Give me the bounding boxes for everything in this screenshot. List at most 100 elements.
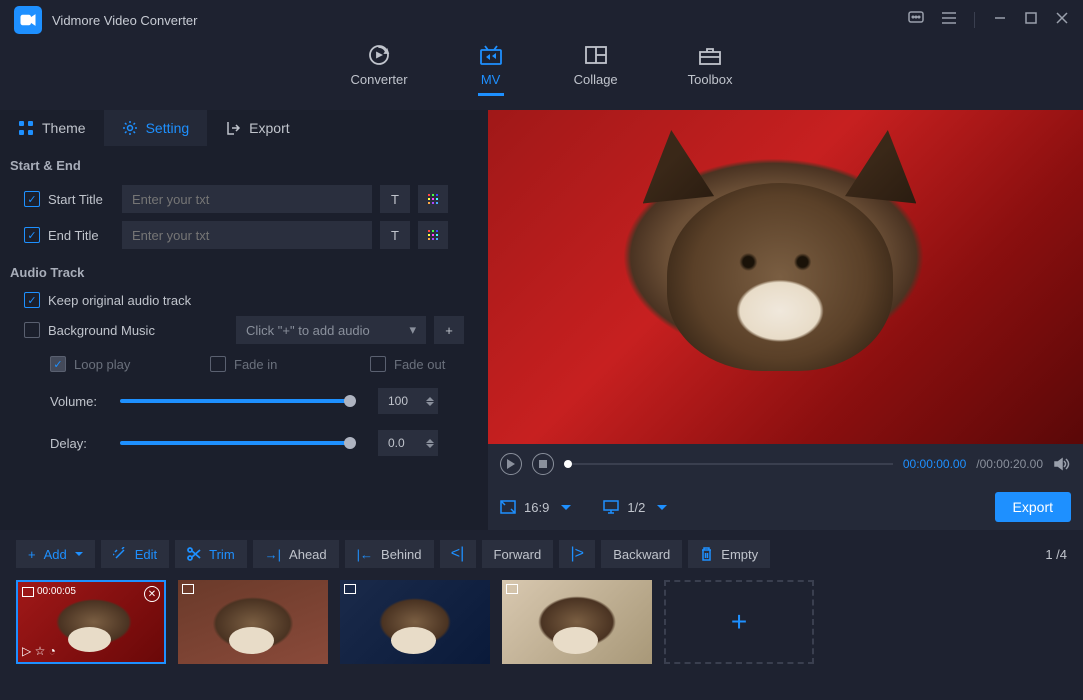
clip-1[interactable]: 00:00:05 ✕ ▷ ☆ ◔: [16, 580, 166, 664]
nav-collage-label: Collage: [574, 72, 618, 87]
volume-icon[interactable]: [1053, 456, 1071, 472]
tab-setting[interactable]: Setting: [104, 110, 208, 146]
nav-toolbox-label: Toolbox: [688, 72, 733, 87]
volume-value[interactable]: 100: [378, 388, 438, 414]
tab-theme[interactable]: Theme: [0, 110, 104, 146]
clip-2[interactable]: [178, 580, 328, 664]
add-clip-slot[interactable]: +: [664, 580, 814, 664]
arrow-right-icon: →|: [265, 547, 281, 562]
tab-export-label: Export: [249, 120, 289, 136]
chevron-down-icon: [657, 505, 667, 510]
ahead-button[interactable]: →|Ahead: [253, 540, 339, 568]
zoom-value: 1/2: [627, 500, 645, 515]
start-title-checkbox[interactable]: [24, 191, 40, 207]
empty-button[interactable]: Empty: [688, 540, 770, 568]
clip-4[interactable]: [502, 580, 652, 664]
delay-value[interactable]: 0.0: [378, 430, 438, 456]
volume-slider[interactable]: [120, 399, 350, 403]
nav-converter-label: Converter: [351, 72, 408, 87]
fade-out-label: Fade out: [394, 357, 460, 372]
clip-1-badge: 00:00:05: [22, 586, 76, 597]
delay-slider[interactable]: [120, 441, 350, 445]
fade-out-checkbox[interactable]: [370, 356, 386, 372]
minimize-button[interactable]: [993, 11, 1007, 30]
aspect-ratio-button[interactable]: 16:9: [500, 500, 571, 515]
plus-icon: +: [731, 606, 747, 638]
behind-button[interactable]: |←Behind: [345, 540, 434, 568]
trim-button[interactable]: Trim: [175, 540, 247, 568]
forward-button[interactable]: Forward: [482, 540, 554, 568]
keep-original-checkbox[interactable]: [24, 292, 40, 308]
clip-1-controls: ▷ ☆ ◔: [22, 644, 56, 658]
clip-3-badge: [344, 584, 356, 594]
fade-in-checkbox[interactable]: [210, 356, 226, 372]
converter-icon: [366, 44, 392, 66]
end-title-font-button[interactable]: T: [380, 221, 410, 249]
backward-button[interactable]: Backward: [601, 540, 682, 568]
clip-counter: 1 /4: [1045, 547, 1067, 562]
add-button[interactable]: +Add: [16, 540, 95, 568]
section-start-end: Start & End: [0, 146, 488, 181]
scissors-icon: [187, 547, 201, 561]
export-icon: [225, 120, 241, 136]
end-title-label: End Title: [48, 228, 114, 243]
play-button[interactable]: [500, 453, 522, 475]
app-logo: [14, 6, 42, 34]
add-audio-placeholder: Click "+" to add audio: [246, 323, 370, 338]
end-title-color-button[interactable]: [418, 221, 448, 249]
nav-mv[interactable]: MV: [478, 44, 504, 96]
nav-toolbox[interactable]: Toolbox: [688, 44, 733, 93]
stop-button[interactable]: [532, 453, 554, 475]
nav-collage[interactable]: Collage: [574, 44, 618, 93]
close-button[interactable]: [1055, 11, 1069, 30]
loop-play-label: Loop play: [74, 357, 140, 372]
backward-nav[interactable]: |>: [559, 540, 595, 568]
start-title-label: Start Title: [48, 192, 114, 207]
add-audio-select[interactable]: Click "+" to add audio ▾: [236, 316, 426, 344]
arrow-left-icon: |←: [357, 547, 373, 562]
tab-export[interactable]: Export: [207, 110, 307, 146]
volume-label: Volume:: [50, 394, 106, 409]
toolbox-icon: [697, 44, 723, 66]
end-title-input[interactable]: [122, 221, 372, 249]
time-current: 00:00:00.00: [903, 457, 966, 471]
menu-icon[interactable]: [942, 11, 956, 29]
progress-bar[interactable]: [564, 463, 893, 465]
bg-music-checkbox[interactable]: [24, 322, 40, 338]
theme-icon: [18, 120, 34, 136]
clip-1-remove[interactable]: ✕: [144, 586, 160, 602]
fade-in-label: Fade in: [234, 357, 300, 372]
collage-icon: [583, 44, 609, 66]
clip-3[interactable]: [340, 580, 490, 664]
gear-icon: [122, 120, 138, 136]
chevron-down-icon: ▾: [409, 322, 416, 338]
app-title: Vidmore Video Converter: [52, 13, 198, 28]
maximize-button[interactable]: [1025, 11, 1037, 29]
tab-theme-label: Theme: [42, 120, 86, 136]
zoom-button[interactable]: 1/2: [603, 500, 667, 515]
message-icon[interactable]: [908, 11, 924, 30]
section-audio-track: Audio Track: [0, 253, 488, 288]
nav-converter[interactable]: Converter: [351, 44, 408, 93]
add-audio-button[interactable]: +: [434, 316, 464, 344]
start-title-font-button[interactable]: T: [380, 185, 410, 213]
start-title-input[interactable]: [122, 185, 372, 213]
nav-mv-label: MV: [481, 72, 501, 87]
edit-button[interactable]: Edit: [101, 540, 169, 568]
loop-play-checkbox[interactable]: [50, 356, 66, 372]
chevron-down-icon: [75, 552, 83, 556]
end-title-checkbox[interactable]: [24, 227, 40, 243]
clip-4-badge: [506, 584, 518, 594]
time-total: /00:00:20.00: [976, 457, 1043, 471]
delay-label: Delay:: [50, 436, 106, 451]
monitor-icon: [603, 500, 619, 514]
forward-nav[interactable]: <|: [440, 540, 476, 568]
separator: [974, 12, 975, 28]
aspect-icon: [500, 500, 516, 514]
aspect-ratio-value: 16:9: [524, 500, 549, 515]
export-button[interactable]: Export: [995, 492, 1071, 522]
preview-area: [488, 110, 1083, 444]
bg-music-label: Background Music: [48, 323, 168, 338]
start-title-color-button[interactable]: [418, 185, 448, 213]
clip-2-badge: [182, 584, 194, 594]
